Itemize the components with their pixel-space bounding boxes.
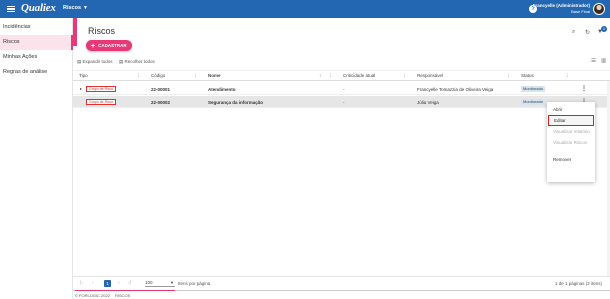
cell-responsavel: Francyelle Tomazzia de Oliveira Veiga: [417, 86, 494, 92]
collapse-all-button[interactable]: ▤ Recolher todos: [119, 59, 155, 65]
page-number[interactable]: 1: [104, 280, 111, 287]
sidebar-item-incidencias[interactable]: Incidências: [0, 20, 73, 35]
search-icon[interactable]: ⌕: [572, 29, 575, 36]
expand-all-label: Expandir todos: [82, 59, 113, 64]
refresh-icon[interactable]: ↻: [585, 29, 590, 36]
avatar[interactable]: [593, 3, 605, 15]
user-info[interactable]: Francyelle (Administrador) Base Final: [533, 3, 590, 14]
table-header: Tipo ⋮ Código ⋮ Nome ↑ ⋮ Criticidade atu…: [73, 70, 610, 81]
column-header-tipo[interactable]: Tipo: [79, 73, 88, 78]
sidebar-item-riscos[interactable]: Riscos: [0, 35, 74, 50]
table-row[interactable]: Grupo de Risco 22-00002 Segurança da inf…: [73, 96, 610, 108]
table-row[interactable]: ▸ Grupo de Risco 22-00001 Atendimento - …: [73, 83, 610, 95]
footer: © FORLOGIC 2022 RISCOS: [73, 290, 610, 299]
app-logo[interactable]: Qualiex: [21, 2, 56, 14]
cell-criticidade: -: [343, 99, 345, 105]
menu-item-editar[interactable]: Editar: [548, 115, 594, 126]
type-tag: Grupo de Risco: [86, 99, 117, 105]
column-menu-icon[interactable]: ⋮: [193, 73, 198, 79]
chevron-down-icon: ▼: [83, 5, 88, 11]
first-page-icon[interactable]: |‹: [80, 280, 83, 286]
row-actions-icon[interactable]: ⋮: [581, 85, 587, 92]
column-header-status[interactable]: Status: [521, 73, 534, 78]
table-toolbar: ▤ Expandir todos ▤ Recolher todos ☰ ▥: [73, 56, 610, 68]
column-menu-icon[interactable]: ⋮: [136, 73, 141, 79]
cell-nome: Atendimento: [208, 86, 236, 92]
expand-row-icon[interactable]: ▸: [80, 86, 82, 91]
filter-count-badge: 1: [601, 26, 607, 32]
menu-item-remover[interactable]: Remover: [547, 154, 595, 165]
cell-criticidade: -: [343, 86, 345, 92]
footer-copyright: © FORLOGIC 2022: [75, 293, 110, 298]
list-view-icon[interactable]: ☰: [591, 58, 596, 64]
hamburger-menu-icon[interactable]: [7, 4, 15, 14]
type-tag: Grupo de Risco: [86, 86, 117, 92]
main-content: Riscos + CADASTRAR ⌕ ↻ ▼ 1 ▤ Expandir tod…: [73, 18, 610, 299]
cell-nome: Segurança da informação: [208, 99, 264, 105]
menu-item-abrir[interactable]: Abrir: [547, 104, 595, 115]
cell-codigo: 22-00002: [151, 99, 171, 105]
column-menu-icon[interactable]: ⋮: [328, 73, 333, 79]
column-menu-icon[interactable]: ⋮: [506, 73, 511, 79]
chevron-down-icon: ▼: [170, 280, 174, 285]
menu-item-visualizar-relatorio: Visualizar relatório: [553, 129, 590, 134]
add-button-label: CADASTRAR: [98, 43, 127, 48]
last-page-icon[interactable]: ›|: [128, 280, 131, 286]
user-base: Base Final: [571, 9, 590, 14]
page-size-value: 100: [145, 280, 153, 285]
sidebar: Incidências Riscos Minhas Ações Regras d…: [0, 18, 74, 299]
sort-up-icon[interactable]: ↑: [319, 73, 321, 78]
page-size-select[interactable]: 100 ▼: [145, 280, 175, 287]
page-title: Riscos: [88, 26, 116, 36]
column-menu-icon[interactable]: ⋮: [565, 73, 570, 79]
prev-page-icon[interactable]: ‹: [92, 280, 94, 286]
cell-responsavel: Júlia Veiga: [417, 99, 439, 105]
expand-all-button[interactable]: ▤ Expandir todos: [77, 59, 113, 65]
status-badge: Monitorado: [521, 99, 546, 105]
pagination-info: 1 de 1 páginas (2 itens): [554, 281, 602, 286]
menu-item-visualizar-riscos: Visualizar Riscos: [553, 140, 588, 145]
collapse-all-label: Recolher todos: [124, 59, 155, 64]
items-per-page-label: Itens por página: [178, 281, 211, 286]
column-menu-icon[interactable]: ⋮: [402, 73, 407, 79]
pagination: |‹ ‹ 1 › ›| 100 ▼ Itens por página 1 de 1…: [73, 276, 610, 290]
column-header-criticidade[interactable]: Criticidade atual: [343, 73, 375, 78]
row-actions-menu: Abrir Editar Visualizar relatório Visual…: [547, 102, 595, 182]
columns-icon[interactable]: ▥: [601, 58, 606, 64]
cell-codigo: 22-00001: [151, 86, 171, 92]
user-name: Francyelle (Administrador): [532, 3, 590, 8]
status-badge: Monitorado: [521, 86, 546, 92]
top-bar: Qualiex Riscos ▼ ? Francyelle (Administra…: [0, 0, 610, 18]
module-label: Riscos: [63, 5, 82, 11]
footer-accent-line: [75, 290, 175, 291]
add-button[interactable]: + CADASTRAR: [86, 40, 132, 51]
column-header-codigo[interactable]: Código: [151, 73, 165, 78]
sidebar-item-minhas-acoes[interactable]: Minhas Ações: [0, 50, 73, 65]
module-selector[interactable]: Riscos ▼: [63, 5, 88, 11]
column-header-responsavel[interactable]: Responsável: [417, 73, 443, 78]
plus-icon: +: [91, 42, 96, 50]
sidebar-item-regras-de-analise[interactable]: Regras de análise: [0, 65, 73, 80]
title-accent-bar: [73, 18, 77, 46]
footer-page-name: RISCOS: [115, 293, 131, 298]
column-header-nome[interactable]: Nome: [208, 73, 221, 78]
next-page-icon[interactable]: ›: [118, 280, 120, 286]
